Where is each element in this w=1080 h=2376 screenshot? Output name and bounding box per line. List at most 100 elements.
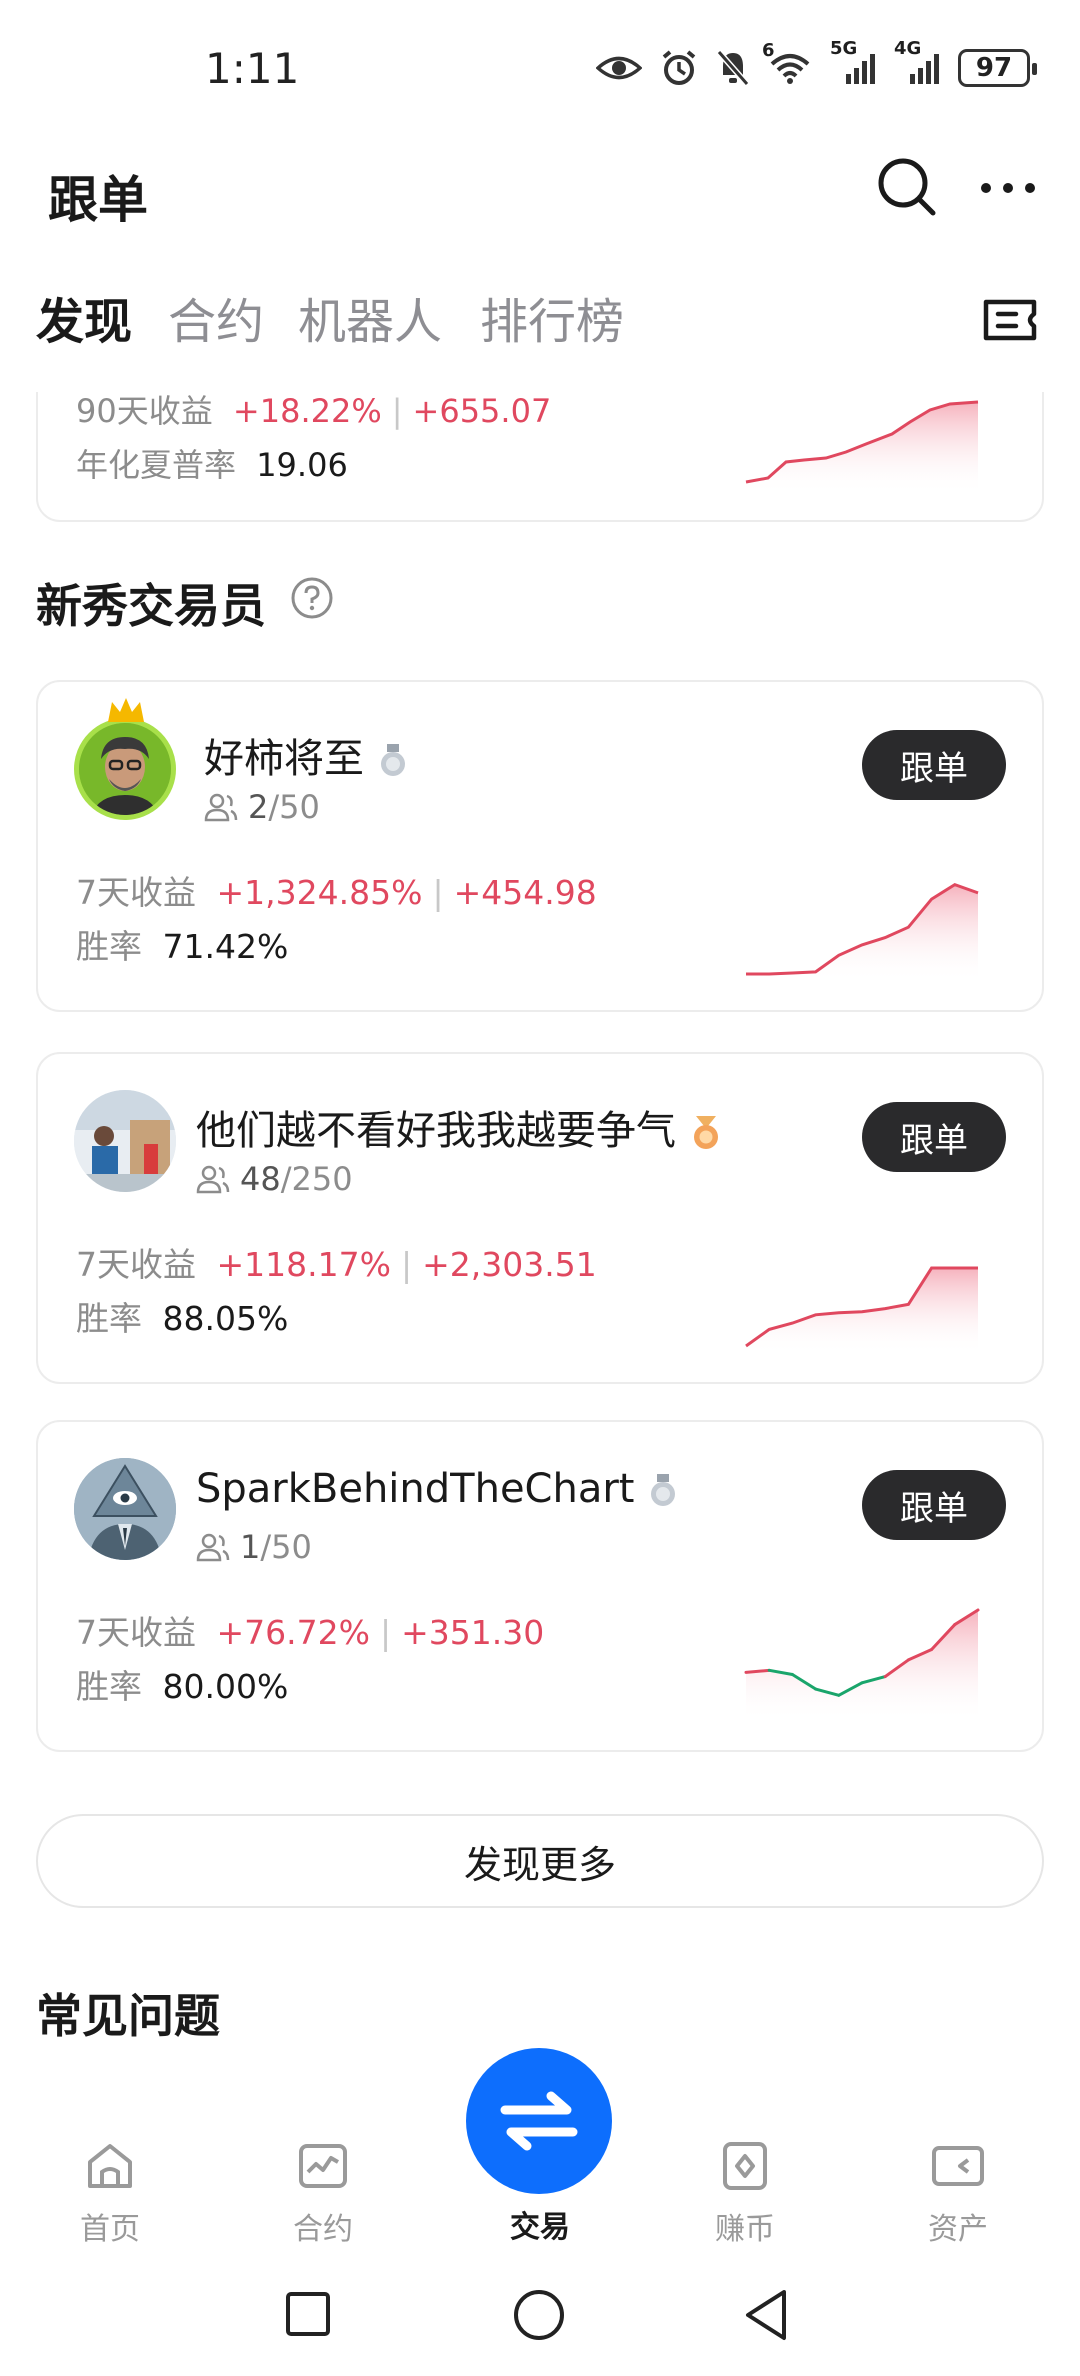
sparkline-chart <box>745 1266 978 1354</box>
bottom-nav: 首页 合约 交易 赚币 资产 <box>0 2048 1080 2250</box>
followers-max: /50 <box>260 1528 312 1566</box>
sparkline-chart <box>746 882 979 982</box>
wifi-tag: 6 <box>762 40 775 61</box>
nav-earn-label: 赚币 <box>715 2212 775 2247</box>
bronze-medal-icon <box>694 1116 718 1149</box>
win-rate-label: 胜率 <box>76 1299 142 1338</box>
return-pct: +18.22% <box>232 392 382 430</box>
trader-name[interactable]: 好柿将至 <box>204 726 408 784</box>
follow-button[interactable]: 跟单 <box>862 1470 1006 1540</box>
win-rate-value: 71.42% <box>162 927 289 966</box>
return-label: 90天收益 <box>76 392 213 430</box>
return-label: 7天收益 <box>76 1245 196 1284</box>
follower-count: 1/50 <box>196 1528 312 1566</box>
chart-icon <box>299 2144 347 2188</box>
sparkline-area <box>746 884 978 982</box>
nav-trade-button[interactable] <box>466 2048 612 2194</box>
return-row: 7天收益 +118.17% | +2,303.51 <box>76 1245 597 1284</box>
tab-robot[interactable]: 机器人 <box>298 282 442 352</box>
win-rate-row: 胜率 80.00% <box>76 1660 288 1708</box>
follower-count: 48/250 <box>196 1160 353 1198</box>
search-icon <box>878 158 936 216</box>
nav-contract[interactable]: 合约 <box>263 2136 383 2248</box>
sharpe-value: 19.06 <box>256 446 348 484</box>
win-rate-row: 胜率 71.42% <box>76 920 288 968</box>
top-card-sharpe-row: 年化夏普率 19.06 <box>76 440 348 486</box>
ticket-button[interactable] <box>980 290 1040 350</box>
users-icon <box>204 793 238 822</box>
return-row: 7天收益 +76.72% | +351.30 <box>76 1613 545 1652</box>
status-time: 1:11 <box>205 44 300 93</box>
search-button[interactable] <box>875 155 939 219</box>
nav-trade-label: 交易 <box>510 2210 570 2245</box>
trader-card[interactable]: 好柿将至 2/50 跟单 7天收益 +1,324.85% | +454.98 胜率 … <box>36 680 1044 1012</box>
follower-count: 2/50 <box>204 788 320 826</box>
tab-ranking[interactable]: 排行榜 <box>480 282 624 352</box>
crown-icon <box>108 698 144 722</box>
more-icon <box>981 183 1035 193</box>
avatar[interactable] <box>74 1090 176 1192</box>
return-label: 7天收益 <box>76 1613 196 1652</box>
avatar-person-icon <box>79 723 171 815</box>
return-label: 7天收益 <box>76 873 196 912</box>
mute-icon <box>716 48 750 88</box>
trader-card[interactable]: SparkBehindTheChart 1/50 跟单 7天收益 +76.72%… <box>36 1420 1044 1752</box>
tab-discover[interactable]: 发现 <box>36 282 132 352</box>
trader-card[interactable]: 他们越不看好我我越要争气 48/250 跟单 7天收益 +118.17% | +2,… <box>36 1052 1044 1384</box>
users-icon <box>196 1533 230 1562</box>
alarm-icon <box>660 48 698 88</box>
discover-more-button[interactable]: 发现更多 <box>36 1814 1044 1908</box>
eye-icon <box>596 48 642 88</box>
return-amount: +351.30 <box>401 1613 545 1652</box>
swap-icon <box>500 2091 578 2151</box>
nav-assets[interactable]: 资产 <box>898 2136 1018 2248</box>
help-icon[interactable] <box>290 576 334 620</box>
followers-current: 48 <box>240 1160 281 1198</box>
follow-button[interactable]: 跟单 <box>862 730 1006 800</box>
win-rate-value: 80.00% <box>162 1667 289 1706</box>
home-circle-icon[interactable] <box>512 2288 566 2342</box>
tab-contract[interactable]: 合约 <box>168 282 264 352</box>
trader-name-text: 好柿将至 <box>204 736 364 782</box>
page-title: 跟单 <box>48 171 148 229</box>
avatar-photo-icon <box>74 1090 176 1192</box>
avatar-illuminati-icon <box>74 1458 176 1560</box>
return-amount: +454.98 <box>453 873 597 912</box>
return-amount: +655.07 <box>412 392 552 430</box>
trader-name[interactable]: 他们越不看好我我越要争气 <box>196 1098 722 1156</box>
section-title-rookie: 新秀交易员 <box>36 579 266 633</box>
win-rate-row: 胜率 88.05% <box>76 1292 288 1340</box>
silver-medal-icon <box>651 1474 676 1506</box>
trader-name-text: SparkBehindTheChart <box>196 1466 635 1512</box>
avatar[interactable] <box>74 718 176 820</box>
trader-name-text: 他们越不看好我我越要争气 <box>196 1108 676 1154</box>
trader-name[interactable]: SparkBehindTheChart <box>196 1466 678 1512</box>
followers-current: 1 <box>240 1528 261 1566</box>
section-title-faq: 常见问题 <box>36 1989 220 2043</box>
win-rate-label: 胜率 <box>76 927 142 966</box>
return-row: 7天收益 +1,324.85% | +454.98 <box>76 873 597 912</box>
top-card-sparkline <box>745 400 979 494</box>
recent-apps-icon[interactable] <box>284 2290 332 2338</box>
top-card-clip: 90天收益 +18.22% | +655.07 年化夏普率 19.06 <box>0 392 1080 542</box>
return-amount: +2,303.51 <box>422 1245 597 1284</box>
signal-5g-icon: 5G <box>830 38 876 88</box>
status-bar: 1:11 6 5G 4G 97 <box>0 0 1080 140</box>
return-pct: +1,324.85% <box>216 873 423 912</box>
status-icons: 6 5G 4G 97 <box>596 38 1037 88</box>
back-icon[interactable] <box>742 2288 790 2342</box>
return-pct: +76.72% <box>216 1613 370 1652</box>
nav-earn[interactable]: 赚币 <box>685 2136 805 2248</box>
wifi-icon: 6 <box>762 40 812 88</box>
more-button[interactable] <box>978 168 1038 208</box>
earn-icon <box>723 2142 767 2190</box>
nav-home[interactable]: 首页 <box>50 2136 170 2248</box>
win-rate-label: 胜率 <box>76 1667 142 1706</box>
home-icon <box>88 2144 132 2188</box>
sparkline-segment <box>744 1668 771 1674</box>
battery-icon: 97 <box>958 49 1037 87</box>
follow-button[interactable]: 跟单 <box>862 1102 1006 1172</box>
followers-current: 2 <box>248 788 269 826</box>
top-trader-card[interactable]: 90天收益 +18.22% | +655.07 年化夏普率 19.06 <box>36 392 1044 522</box>
avatar[interactable] <box>74 1458 176 1560</box>
